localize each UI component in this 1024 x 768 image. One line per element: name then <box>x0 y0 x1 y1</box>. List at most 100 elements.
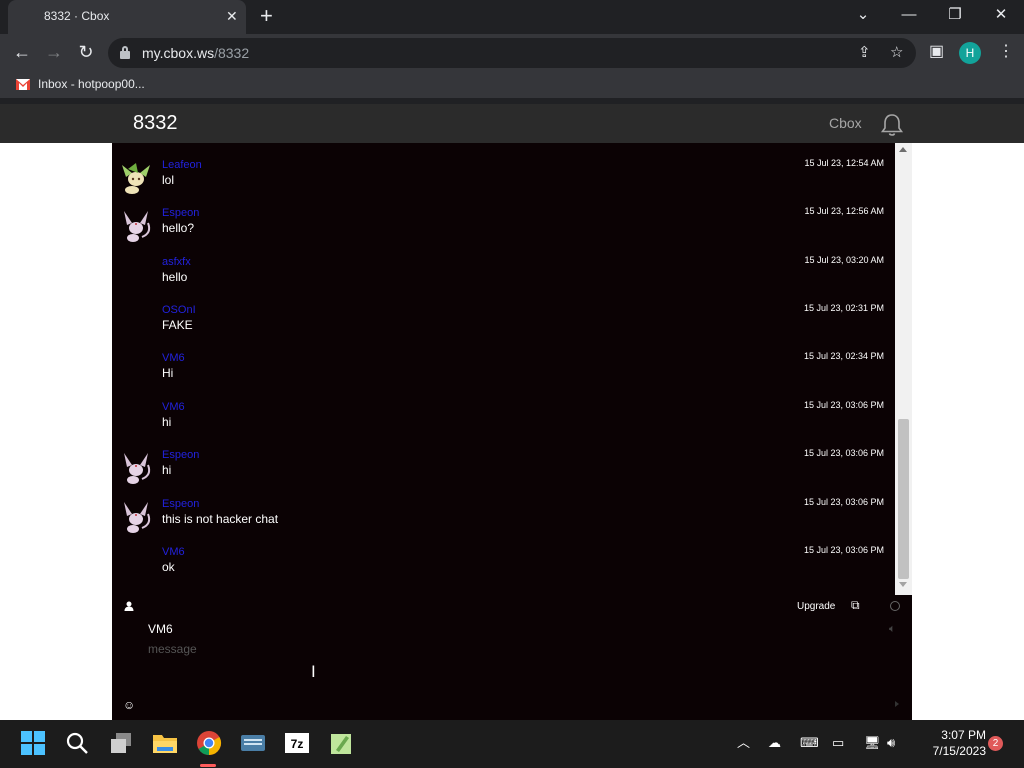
chat-scrollbar[interactable] <box>895 143 912 595</box>
message-timestamp: 15 Jul 23, 02:31 PM <box>803 303 884 313</box>
clock-time: 3:07 PM <box>941 728 986 742</box>
message-text: hi <box>162 463 172 477</box>
chat-message: Leafeon lol 15 Jul 23, 12:54 AM <box>112 157 896 205</box>
chat-message: Espeon hello? 15 Jul 23, 12:56 AM <box>112 205 896 253</box>
bell-icon[interactable] <box>879 112 905 138</box>
status-circle-icon[interactable] <box>890 601 900 611</box>
message-author[interactable]: VM6 <box>162 546 185 558</box>
message-author[interactable]: VM6 <box>162 352 185 364</box>
gmail-icon <box>16 79 30 90</box>
chat-message: OSOnI FAKE 15 Jul 23, 02:31 PM <box>112 302 896 350</box>
chat-message: VM6 ok 15 Jul 23, 03:06 PM <box>112 544 896 592</box>
cbox-brand-link[interactable]: Cbox <box>829 115 862 131</box>
text-cursor-icon: I <box>311 662 316 681</box>
chat-message: Espeon hi 15 Jul 23, 03:06 PM <box>112 447 896 495</box>
profile-avatar[interactable]: H <box>959 42 981 64</box>
volume-icon[interactable]: 🔊︎ <box>887 734 895 752</box>
message-text: Hi <box>162 366 174 380</box>
windows-taskbar: 7z ︿ ☁ ⌨ ▭ 🖥︎ 🔊︎ 3:07 PM 7/15/2023 2 <box>0 720 1024 768</box>
menu-kebab-icon[interactable]: ⋮ <box>998 41 1014 63</box>
lock-icon[interactable] <box>120 46 130 59</box>
close-window-icon[interactable]: ✕ <box>990 4 1012 26</box>
tray-overflow-icon[interactable]: ︿ <box>737 734 750 752</box>
message-author[interactable]: Leafeon <box>162 159 202 171</box>
notepad-plus-icon[interactable] <box>328 730 354 756</box>
chat-message: Espeon this is not hacker chat 15 Jul 23… <box>112 496 896 544</box>
forward-icon[interactable]: → <box>42 40 66 64</box>
drive-icon[interactable]: ▭ <box>832 734 844 752</box>
message-author[interactable]: asfxfx <box>162 256 191 268</box>
reload-icon[interactable]: ↻ <box>74 40 98 64</box>
user-icon[interactable] <box>124 601 134 611</box>
espeon-avatar-icon <box>124 502 151 533</box>
chat-post-form: Upgrade ⧉ 🔈︎ VM6 I ☺ <box>112 595 912 720</box>
smiley-icon[interactable]: ☺ <box>123 698 135 712</box>
message-author[interactable]: Espeon <box>162 449 199 461</box>
message-timestamp: 15 Jul 23, 02:34 PM <box>803 351 884 361</box>
back-icon[interactable]: ← <box>10 40 34 64</box>
url-host: my.cbox.ws <box>142 45 215 61</box>
scroll-down-arrow-icon[interactable] <box>899 582 907 587</box>
new-tab-button[interactable]: + <box>260 4 273 28</box>
bookmark-inbox[interactable]: Inbox - hotpoop00... <box>38 77 145 91</box>
scrollbar-thumb[interactable] <box>898 419 909 579</box>
partial-avatar-icon <box>126 143 150 145</box>
message-author[interactable]: OSOnI <box>162 304 196 316</box>
external-link-icon[interactable]: ⧉ <box>851 598 860 613</box>
windows-start-icon[interactable] <box>20 730 46 756</box>
sound-icon[interactable]: 🔈︎ <box>889 623 896 636</box>
network-icon[interactable]: 🖥︎ <box>864 734 881 752</box>
message-timestamp: 15 Jul 23, 03:06 PM <box>803 545 884 555</box>
chat-message-list[interactable]: Leafeon lol 15 Jul 23, 12:54 AM Espeon h… <box>112 143 912 595</box>
url-text[interactable]: my.cbox.ws/8332 <box>142 45 249 61</box>
upgrade-link[interactable]: Upgrade <box>797 601 835 612</box>
espeon-avatar-icon <box>124 211 151 242</box>
notification-badge[interactable]: 2 <box>988 736 1003 751</box>
message-text: hello <box>162 270 188 284</box>
message-author[interactable]: Espeon <box>162 498 199 510</box>
cbox-header: 8332 Cbox <box>0 104 1024 143</box>
message-text: this is not hacker chat <box>162 512 279 526</box>
task-view-icon[interactable] <box>108 730 134 756</box>
chat-message: asfxfx hello 15 Jul 23, 03:20 AM <box>112 254 896 302</box>
message-input[interactable] <box>148 642 848 702</box>
send-arrow-icon[interactable] <box>895 701 899 707</box>
tab-strip: 8332 · Cbox ✕ + ⌄ — ❐ ✕ <box>0 0 1024 34</box>
message-text: hi <box>162 415 172 429</box>
chat-message: VM6 hi 15 Jul 23, 03:06 PM <box>112 399 896 447</box>
name-field[interactable]: VM6 <box>148 622 173 636</box>
leafeon-avatar-icon <box>122 163 150 194</box>
message-text: lol <box>162 173 175 187</box>
address-bar[interactable]: my.cbox.ws/8332 ⇪ ☆ <box>108 38 916 68</box>
svg-text:7z: 7z <box>291 737 304 751</box>
keyboard-icon[interactable]: ⌨ <box>800 734 819 752</box>
message-timestamp: 15 Jul 23, 12:56 AM <box>804 206 884 216</box>
message-timestamp: 15 Jul 23, 03:06 PM <box>803 448 884 458</box>
bookmark-star-icon[interactable]: ☆ <box>890 43 903 63</box>
bookmarks-bar: Inbox - hotpoop00... <box>0 72 1024 98</box>
message-timestamp: 15 Jul 23, 03:20 AM <box>804 255 884 265</box>
side-panel-icon[interactable]: ▣ <box>929 41 944 63</box>
close-tab-icon[interactable]: ✕ <box>226 8 238 24</box>
7zip-icon[interactable]: 7z <box>284 730 310 756</box>
keyboard-app-icon[interactable] <box>240 730 266 756</box>
message-timestamp: 15 Jul 23, 03:06 PM <box>803 400 884 410</box>
message-text: hello? <box>162 221 195 235</box>
chrome-icon[interactable] <box>196 730 222 756</box>
message-text: ok <box>162 560 175 574</box>
tab-search-icon[interactable]: ⌄ <box>852 4 874 26</box>
running-indicator <box>200 764 216 767</box>
taskbar-clock[interactable]: 3:07 PM 7/15/2023 <box>916 727 986 759</box>
message-author[interactable]: Espeon <box>162 207 199 219</box>
cloud-offline-icon[interactable]: ☁ <box>768 734 781 752</box>
minimize-icon[interactable]: — <box>898 4 920 26</box>
share-icon[interactable]: ⇪ <box>858 43 871 63</box>
restore-icon[interactable]: ❐ <box>944 4 966 26</box>
file-explorer-icon[interactable] <box>152 730 178 756</box>
scroll-up-arrow-icon[interactable] <box>899 147 907 152</box>
message-author[interactable]: VM6 <box>162 401 185 413</box>
search-icon[interactable] <box>64 730 90 756</box>
browser-tab[interactable]: 8332 · Cbox ✕ <box>8 0 246 34</box>
clock-date: 7/15/2023 <box>932 744 986 758</box>
espeon-avatar-icon <box>124 453 151 484</box>
